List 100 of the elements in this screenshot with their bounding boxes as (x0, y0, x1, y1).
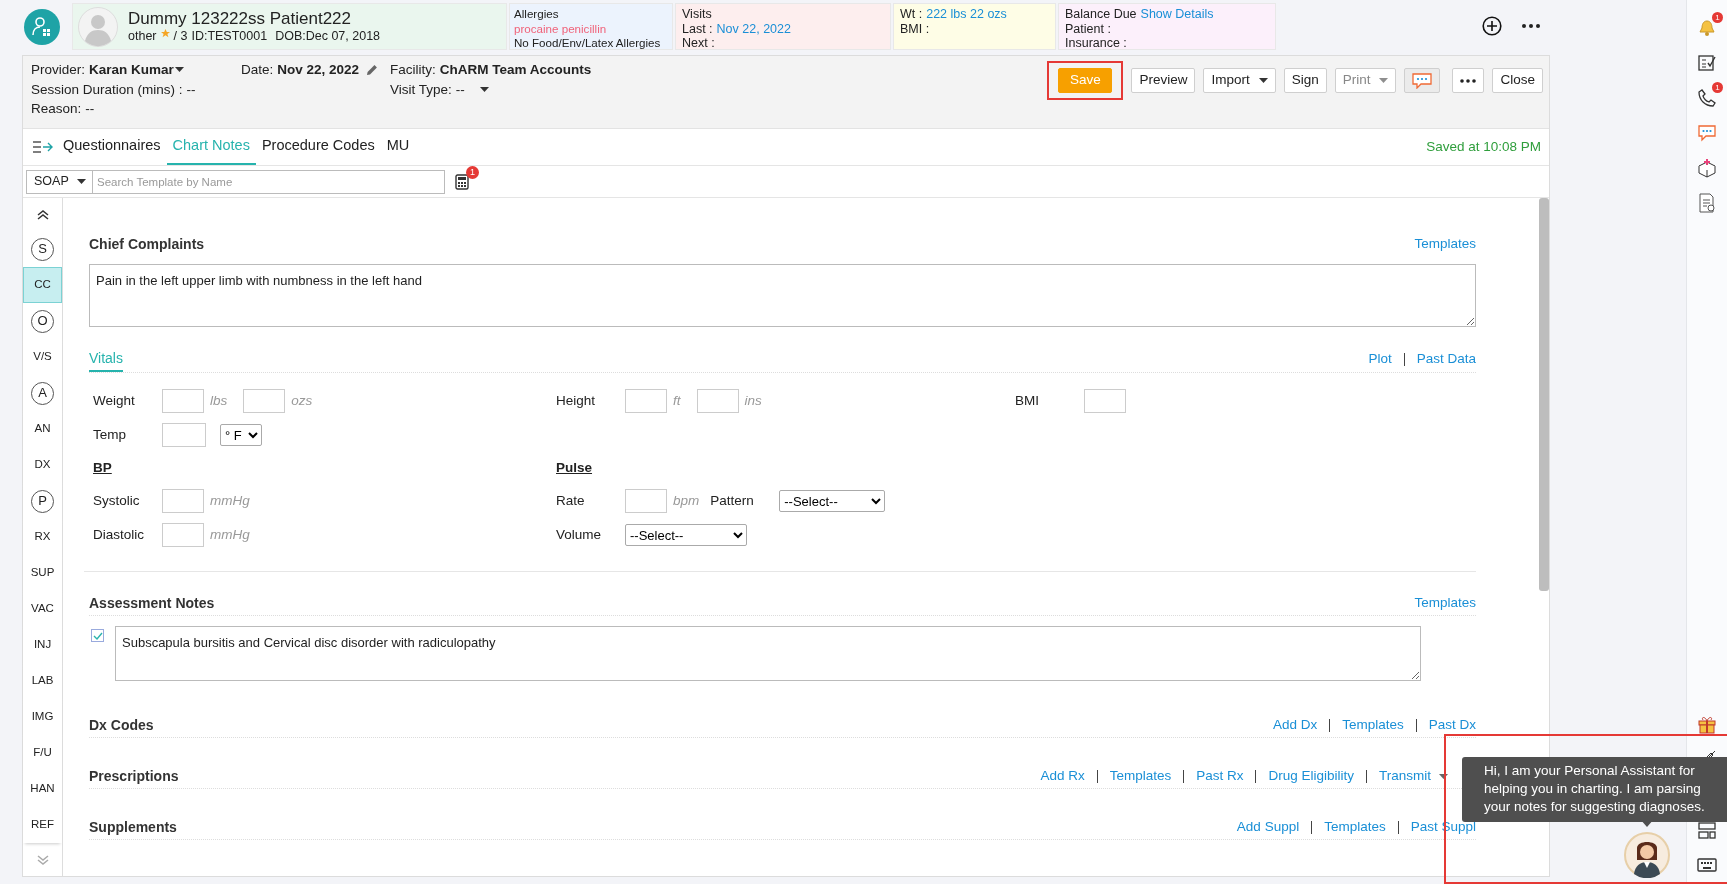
calculator-icon[interactable] (455, 173, 469, 190)
drug-allergy: procaine penicillin (514, 21, 608, 36)
field-label: Temp (93, 425, 127, 444)
section-title: Supplements (89, 817, 177, 837)
section-link[interactable]: Templates (1324, 816, 1386, 838)
notification-badge: 1 (1712, 82, 1723, 93)
section-nav-item[interactable]: SUP (23, 555, 62, 591)
template-type-dropdown[interactable]: SOAP (26, 169, 93, 194)
section-link[interactable]: Templates (1109, 765, 1172, 787)
section-link[interactable]: Past Rx (1196, 765, 1244, 787)
pencil-icon[interactable] (366, 63, 379, 76)
field-value: -- (85, 100, 95, 118)
checkbox[interactable] (91, 629, 104, 642)
section-link[interactable]: Templates (1342, 714, 1404, 736)
vital-input[interactable] (625, 489, 667, 513)
assessment-field[interactable]: Subscapula bursitis and Cervical disc disorder with radiculopathy (115, 626, 1421, 681)
tab[interactable]: Procedure Codes (255, 129, 381, 165)
chat-icon[interactable] (1697, 122, 1717, 143)
layout-icon[interactable] (1697, 819, 1717, 840)
phone-icon[interactable] (1697, 87, 1717, 108)
assistant-avatar-icon[interactable] (1624, 832, 1670, 878)
section-nav-item[interactable]: REF (23, 807, 62, 843)
vital-select[interactable]: --Select-- (779, 490, 886, 512)
section-nav-item[interactable]: V/S (23, 339, 62, 375)
section-title: Assessment Notes (89, 594, 215, 613)
dropdown-value[interactable]: Karan Kumar (89, 60, 174, 80)
caret-icon (1379, 78, 1389, 83)
logo-icon[interactable] (24, 9, 60, 45)
section-link[interactable]: Past Data (1416, 349, 1476, 370)
toolbar-button[interactable]: Close (1492, 68, 1543, 93)
field-value: -- (186, 80, 196, 99)
more-button[interactable] (1452, 68, 1485, 93)
notification-bell-icon[interactable] (1697, 17, 1717, 38)
tab[interactable]: Questionnaires (57, 129, 167, 165)
section-nav-item[interactable]: HAN (23, 771, 62, 807)
section-link[interactable]: Past Dx (1428, 714, 1476, 736)
allergies-title: Allergies (514, 7, 560, 22)
dropdown-button[interactable]: Import (1203, 68, 1276, 93)
vital-input[interactable] (625, 389, 667, 413)
document-icon[interactable] (1697, 192, 1717, 213)
section-nav-item[interactable]: VAC (23, 591, 62, 627)
vitals-group-heading: Pulse (555, 458, 594, 477)
section-nav-item[interactable]: INJ (23, 627, 62, 663)
section-link[interactable]: Drug Eligibility (1268, 765, 1354, 787)
section-title: Chief Complaints (89, 234, 205, 254)
patient-name: Dummy 123222ss Patient222 (128, 9, 353, 30)
field-label: Reason: (31, 100, 82, 118)
vital-input[interactable] (162, 423, 206, 447)
dropdown-value[interactable]: -- (455, 79, 465, 99)
field-label: Volume (556, 525, 603, 544)
section-nav-item[interactable]: IMG (23, 699, 62, 735)
section-nav-item[interactable]: AN (23, 411, 62, 447)
menu-link[interactable]: Transmit (1379, 765, 1448, 787)
toolbar-button[interactable]: Sign (1283, 68, 1327, 93)
section-nav-item[interactable]: LAB (23, 663, 62, 699)
scrollbar-thumb[interactable] (1539, 198, 1549, 591)
comment-button[interactable] (1404, 68, 1441, 93)
template-search-field[interactable]: Search Template by Name (93, 169, 445, 194)
section-link[interactable]: Plot (1368, 349, 1392, 370)
field-label: Facility: (390, 61, 436, 79)
vital-input[interactable] (162, 489, 204, 513)
vital-input[interactable] (162, 523, 204, 547)
balance-title: Balance Due (1065, 7, 1137, 22)
complaint-field[interactable]: Pain in the left upper limb with numbness in the left hand (89, 264, 1476, 327)
field-label: Session Duration (mins) : (31, 80, 183, 99)
unit-label: mmHg (210, 491, 250, 510)
vital-select[interactable]: --Select-- (625, 524, 747, 546)
vital-input[interactable] (162, 389, 204, 413)
add-icon[interactable] (1482, 16, 1502, 36)
box-icon[interactable] (1697, 157, 1717, 178)
field-value[interactable]: 222 lbs 22 ozs (926, 7, 1007, 22)
section-link[interactable]: Templates (1414, 233, 1476, 255)
notification-badge: 1 (1712, 12, 1723, 23)
checklist-icon[interactable] (1697, 52, 1717, 73)
unit-label: lbs (210, 391, 228, 410)
vital-input[interactable] (1084, 389, 1126, 413)
section-nav-item[interactable]: DX (23, 447, 62, 483)
field-label: Diastolic (93, 525, 145, 544)
expand-down-icon[interactable] (36, 855, 49, 865)
vital-input[interactable] (696, 389, 739, 413)
collapse-up-icon[interactable] (36, 209, 49, 220)
more-icon[interactable] (1522, 24, 1540, 28)
vital-select[interactable]: ° F (220, 424, 262, 446)
section-link[interactable]: Add Dx (1272, 714, 1318, 736)
tab[interactable]: MU (380, 129, 416, 165)
caret-icon (76, 179, 86, 184)
section-nav-item[interactable]: CC (23, 267, 62, 303)
patient-dob: DOB:Dec 07, 2018 (275, 29, 381, 44)
section-nav-item[interactable]: F/U (23, 735, 62, 771)
section-link[interactable]: Add Rx (1040, 765, 1085, 787)
field-label: Rate (556, 491, 586, 510)
unit-label: ft (673, 391, 681, 410)
section-nav-item[interactable]: RX (23, 519, 62, 555)
field-label: Date: (241, 61, 274, 79)
section-link[interactable]: Add Suppl (1236, 816, 1300, 838)
toggle-panel-icon[interactable] (33, 141, 53, 153)
field-label: Patient : (1065, 21, 1111, 36)
toolbar-button[interactable]: Preview (1131, 68, 1196, 93)
section-link[interactable]: Templates (1414, 593, 1476, 614)
vital-input[interactable] (243, 389, 286, 413)
